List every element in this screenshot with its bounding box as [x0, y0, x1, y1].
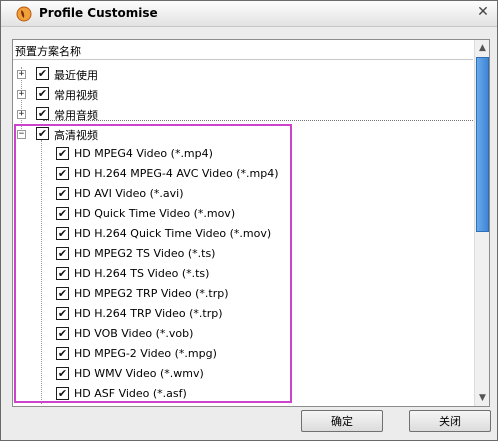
- item-checkbox[interactable]: ✔: [56, 367, 69, 380]
- item-label: HD H.264 MPEG-4 AVC Video (*.mp4): [74, 167, 279, 180]
- ok-button[interactable]: 确定: [301, 410, 383, 432]
- item-label: HD Quick Time Video (*.mov): [74, 207, 236, 220]
- item-checkbox[interactable]: ✔: [56, 227, 69, 240]
- item-label: HD ASF Video (*.asf): [74, 387, 187, 400]
- item-checkbox[interactable]: ✔: [56, 327, 69, 340]
- tree-item-row[interactable]: ✔ HD H.264 TS Video (*.ts): [37, 266, 467, 284]
- tree-group-row[interactable]: + ✔ 常用视频: [17, 86, 467, 104]
- tree-item-row[interactable]: ✔ HD H.264 MPEG-4 AVC Video (*.mp4): [37, 166, 467, 184]
- item-checkbox[interactable]: ✔: [56, 287, 69, 300]
- group-label: 最近使用: [54, 69, 98, 82]
- item-checkbox[interactable]: ✔: [56, 147, 69, 160]
- column-header-label: 预置方案名称: [15, 45, 81, 58]
- tree-item-row[interactable]: ✔ HD MPEG4 Video (*.mp4): [37, 146, 467, 164]
- item-label: HD H.264 Quick Time Video (*.mov): [74, 227, 272, 240]
- window-title: Profile Customise: [39, 6, 158, 20]
- profile-customise-dialog: Profile Customise ✕ 预置方案名称 + ✔ 最近使用 + ✔ …: [0, 0, 498, 441]
- tree-group-row[interactable]: + ✔ 常用音频: [17, 106, 467, 124]
- tree-column-header[interactable]: 预置方案名称: [13, 40, 473, 60]
- tree-item-row[interactable]: ✔ HD WMV Video (*.wmv): [37, 366, 467, 384]
- scroll-up-arrow-icon[interactable]: ▲: [475, 40, 489, 56]
- scroll-down-arrow-icon[interactable]: ▼: [475, 390, 489, 406]
- tree-item-row[interactable]: ✔ HD AVI Video (*.avi): [37, 186, 467, 204]
- item-label: HD MPEG2 TRP Video (*.trp): [74, 287, 229, 300]
- tree-item-row[interactable]: ✔ HD MPEG2 TS Video (*.ts): [37, 246, 467, 264]
- item-label: HD VOB Video (*.vob): [74, 327, 194, 340]
- expand-icon[interactable]: +: [17, 90, 26, 99]
- profile-tree: 预置方案名称 + ✔ 最近使用 + ✔ 常用视频 + ✔ 常用音频 − ✔ 高清…: [12, 39, 490, 407]
- item-label: HD H.264 TRP Video (*.trp): [74, 307, 223, 320]
- group-checkbox[interactable]: ✔: [36, 67, 49, 80]
- group-label: 常用音频: [54, 109, 98, 122]
- scroll-thumb[interactable]: [476, 57, 489, 232]
- item-checkbox[interactable]: ✔: [56, 187, 69, 200]
- tree-item-row[interactable]: ✔ HD H.264 TRP Video (*.trp): [37, 306, 467, 324]
- item-label: HD WMV Video (*.wmv): [74, 367, 204, 380]
- item-checkbox[interactable]: ✔: [56, 347, 69, 360]
- tree-item-row[interactable]: ✔ HD MPEG2 TRP Video (*.trp): [37, 286, 467, 304]
- collapse-icon[interactable]: −: [17, 130, 26, 139]
- item-label: HD MPEG4 Video (*.mp4): [74, 147, 213, 160]
- tree-item-row[interactable]: ✔ HD Quick Time Video (*.mov): [37, 206, 467, 224]
- item-label: HD AVI Video (*.avi): [74, 187, 184, 200]
- group-checkbox[interactable]: ✔: [36, 87, 49, 100]
- item-label: HD MPEG-2 Video (*.mpg): [74, 347, 217, 360]
- tree-group-row[interactable]: − ✔ 高清视频: [17, 126, 467, 144]
- group-checkbox[interactable]: ✔: [36, 127, 49, 140]
- item-checkbox[interactable]: ✔: [56, 247, 69, 260]
- group-checkbox[interactable]: ✔: [36, 107, 49, 120]
- expand-icon[interactable]: +: [17, 70, 26, 79]
- item-label: HD MPEG2 TS Video (*.ts): [74, 247, 216, 260]
- tree-item-row[interactable]: ✔ HD VOB Video (*.vob): [37, 326, 467, 344]
- tree-group-row[interactable]: + ✔ 最近使用: [17, 66, 467, 84]
- close-button[interactable]: 关闭: [409, 410, 491, 432]
- close-icon[interactable]: ✕: [474, 3, 492, 21]
- app-logo-icon: [16, 6, 32, 22]
- tree-item-row[interactable]: ✔ HD ASF Video (*.asf): [37, 386, 467, 404]
- vertical-scrollbar[interactable]: ▲ ▼: [474, 40, 489, 406]
- item-checkbox[interactable]: ✔: [56, 267, 69, 280]
- tree-item-row[interactable]: ✔ HD H.264 Quick Time Video (*.mov): [37, 226, 467, 244]
- group-label: 高清视频: [54, 129, 98, 142]
- group-label: 常用视频: [54, 89, 98, 102]
- expand-icon[interactable]: +: [17, 110, 26, 119]
- item-checkbox[interactable]: ✔: [56, 307, 69, 320]
- item-checkbox[interactable]: ✔: [56, 387, 69, 400]
- item-checkbox[interactable]: ✔: [56, 167, 69, 180]
- item-label: HD H.264 TS Video (*.ts): [74, 267, 210, 280]
- title-bar: Profile Customise ✕: [1, 1, 497, 27]
- item-checkbox[interactable]: ✔: [56, 207, 69, 220]
- tree-item-row[interactable]: ✔ HD MPEG-2 Video (*.mpg): [37, 346, 467, 364]
